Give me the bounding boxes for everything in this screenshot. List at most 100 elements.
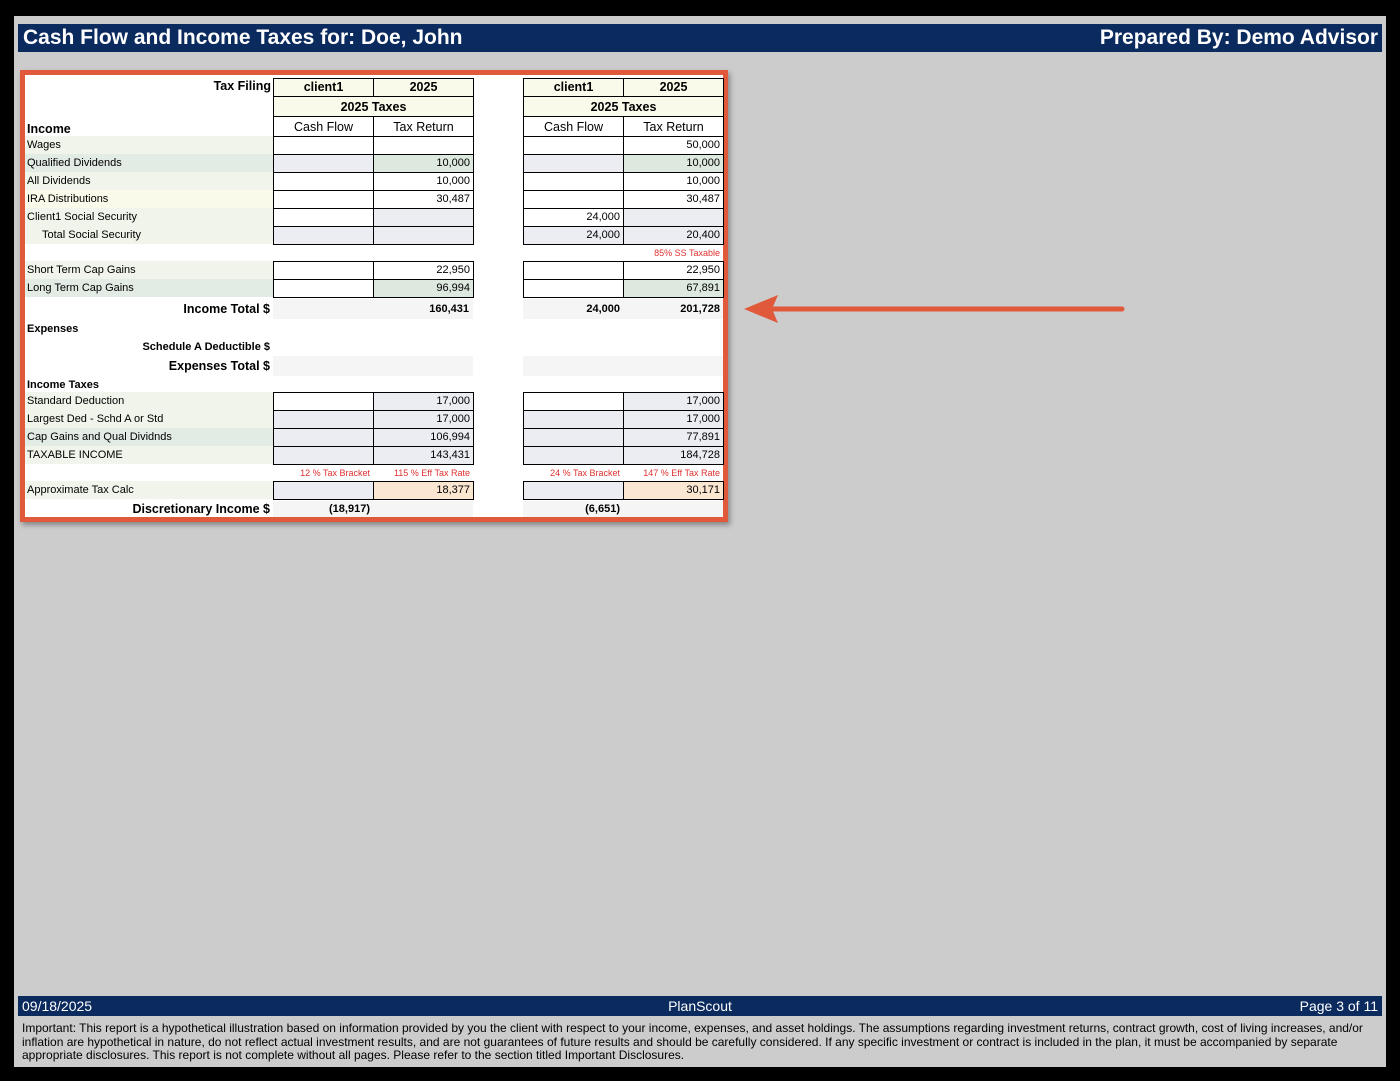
cell-std-b-tr: 17,000 <box>623 392 724 411</box>
col-a-cash-flow: Cash Flow <box>273 116 374 137</box>
cell-alldiv-b-cf <box>523 172 624 191</box>
cell-capq-a-tr: 106,994 <box>373 428 474 447</box>
row-label-approximate-tax-calc: Approximate Tax Calc <box>25 481 273 499</box>
col-a-tax-return: Tax Return <box>373 116 474 137</box>
income-total-label: Income Total $ <box>183 302 270 316</box>
cell-stcg-a-tr: 22,950 <box>373 261 474 280</box>
cell-ltcg-b-cf <box>523 279 624 298</box>
cell-largest-a-cf <box>273 410 374 429</box>
row-label-qualified-dividends: Qualified Dividends <box>25 154 273 172</box>
cell-largest-b-tr: 17,000 <box>623 410 724 429</box>
report-header: Cash Flow and Income Taxes for: Doe, Joh… <box>18 24 1382 52</box>
cell-c1ss-b-tr <box>623 208 724 227</box>
row-label-largest-deduction: Largest Ded - Schd A or Std <box>25 410 273 428</box>
row-label-wages: Wages <box>25 136 273 154</box>
cell-alldiv-a-tr: 10,000 <box>373 172 474 191</box>
expenses-total-label: Expenses Total $ <box>168 359 270 373</box>
income-total-a-tr: 160,431 <box>429 303 469 315</box>
cell-std-a-tr: 17,000 <box>373 392 474 411</box>
b-eff-tax-rate-note: 147 % Eff Tax Rate <box>643 468 720 478</box>
cell-alldiv-a-cf <box>273 172 374 191</box>
cell-capq-b-cf <box>523 428 624 447</box>
cell-stcg-a-cf <box>273 261 374 280</box>
report-page: Cash Flow and Income Taxes for: Doe, Joh… <box>14 16 1386 1067</box>
col-a-year: 2025 <box>373 78 474 97</box>
cell-qualdiv-b-cf <box>523 154 624 173</box>
cell-ira-a-cf <box>273 190 374 209</box>
cell-wages-b-cf <box>523 136 624 155</box>
col-a-client: client1 <box>273 78 374 97</box>
row-label-all-dividends: All Dividends <box>25 172 273 190</box>
expenses-total-band-a <box>273 356 473 376</box>
discretionary-income-label: Discretionary Income $ <box>132 502 270 516</box>
ss-taxable-note: 85% SS Taxable <box>654 248 720 258</box>
expenses-total-band-b <box>523 356 723 376</box>
cell-c1ss-a-cf <box>273 208 374 227</box>
cell-ira-a-tr: 30,487 <box>373 190 474 209</box>
report-title: Cash Flow and Income Taxes for: Doe, Joh… <box>23 26 463 49</box>
col-a-taxes-header: 2025 Taxes <box>273 96 474 117</box>
row-label-total-social-security: Total Social Security <box>25 226 273 244</box>
cell-qualdiv-a-cf <box>273 154 374 173</box>
cell-approx-b-cf <box>523 481 624 500</box>
a-eff-tax-rate-note: 115 % Eff Tax Rate <box>393 468 470 478</box>
income-taxes-heading: Income Taxes <box>27 379 99 391</box>
footer-brand: PlanScout <box>668 998 732 1014</box>
a-tax-bracket-note: 12 % Tax Bracket <box>300 468 370 478</box>
row-label-long-term-cap-gains: Long Term Cap Gains <box>25 279 273 297</box>
col-b-year: 2025 <box>623 78 724 97</box>
cell-wages-b-tr: 50,000 <box>623 136 724 155</box>
cell-approx-a-cf <box>273 481 374 500</box>
row-label-short-term-cap-gains: Short Term Cap Gains <box>25 261 273 279</box>
row-label-ira-distributions: IRA Distributions <box>25 190 273 208</box>
cell-totss-a-cf <box>273 226 374 245</box>
cell-ira-b-cf <box>523 190 624 209</box>
tax-worksheet: Tax Filing client1 2025 client1 2025 202… <box>20 70 728 522</box>
col-b-client: client1 <box>523 78 624 97</box>
col-b-taxes-header: 2025 Taxes <box>523 96 724 117</box>
cell-taxable-b-cf <box>523 446 624 465</box>
report-footer: 09/18/2025 PlanScout Page 3 of 11 <box>18 996 1382 1016</box>
cell-c1ss-b-cf: 24,000 <box>523 208 624 227</box>
cell-ltcg-a-cf <box>273 279 374 298</box>
discretionary-b-cf: (6,651) <box>585 503 620 515</box>
row-label-standard-deduction: Standard Deduction <box>25 392 273 410</box>
footer-page-number: Page 3 of 11 <box>1299 998 1378 1014</box>
callout-arrow-icon <box>744 295 1125 323</box>
cell-approx-b-tr: 30,171 <box>623 481 724 500</box>
cell-c1ss-a-tr <box>373 208 474 227</box>
cell-capq-a-cf <box>273 428 374 447</box>
discretionary-a-cf: (18,917) <box>329 503 370 515</box>
cell-alldiv-b-tr: 10,000 <box>623 172 724 191</box>
col-b-cash-flow: Cash Flow <box>523 116 624 137</box>
cell-std-a-cf <box>273 392 374 411</box>
cell-taxable-a-cf <box>273 446 374 465</box>
cell-qualdiv-b-tr: 10,000 <box>623 154 724 173</box>
row-label-client1-social-security: Client1 Social Security <box>25 208 273 226</box>
cell-approx-a-tr: 18,377 <box>373 481 474 500</box>
income-total-b-tr: 201,728 <box>680 303 720 315</box>
cell-taxable-b-tr: 184,728 <box>623 446 724 465</box>
cell-largest-b-cf <box>523 410 624 429</box>
cell-ltcg-a-tr: 96,994 <box>373 279 474 298</box>
cell-stcg-b-cf <box>523 261 624 280</box>
tax-filing-label: Tax Filing <box>213 79 271 93</box>
cell-totss-b-cf: 24,000 <box>523 226 624 245</box>
schedule-a-deductible-label: Schedule A Deductible $ <box>142 341 270 353</box>
row-label-cap-gains-qual-dividends: Cap Gains and Qual Dividnds <box>25 428 273 446</box>
cell-stcg-b-tr: 22,950 <box>623 261 724 280</box>
col-b-tax-return: Tax Return <box>623 116 724 137</box>
cell-largest-a-tr: 17,000 <box>373 410 474 429</box>
income-total-b-cf: 24,000 <box>586 303 620 315</box>
cell-wages-a-tr <box>373 136 474 155</box>
expenses-heading: Expenses <box>27 323 79 335</box>
cell-ira-b-tr: 30,487 <box>623 190 724 209</box>
row-label-taxable-income: TAXABLE INCOME <box>25 446 273 464</box>
cell-qualdiv-a-tr: 10,000 <box>373 154 474 173</box>
cell-wages-a-cf <box>273 136 374 155</box>
cell-totss-b-tr: 20,400 <box>623 226 724 245</box>
cell-capq-b-tr: 77,891 <box>623 428 724 447</box>
cell-std-b-cf <box>523 392 624 411</box>
b-tax-bracket-note: 24 % Tax Bracket <box>550 468 620 478</box>
cell-ltcg-b-tr: 67,891 <box>623 279 724 298</box>
